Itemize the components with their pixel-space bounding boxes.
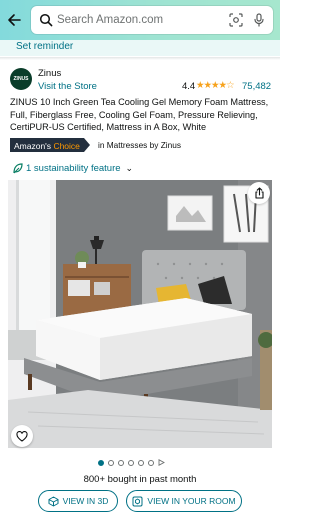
heart-icon xyxy=(16,430,28,442)
view-in-3d-label: VIEW IN 3D xyxy=(62,496,109,506)
search-input[interactable]: Search Amazon.com xyxy=(31,6,273,34)
visit-store-link[interactable]: Visit the Store xyxy=(38,81,97,92)
product-image[interactable] xyxy=(8,180,272,448)
brand-name: Zinus xyxy=(38,68,62,79)
product-title: ZINUS 10 Inch Green Tea Cooling Gel Memo… xyxy=(10,97,269,133)
amazons-choice-badge: Amazon's Choice xyxy=(10,138,90,152)
view-in-your-room-button[interactable]: VIEW IN YOUR ROOM xyxy=(126,490,242,512)
camera-scan-icon[interactable] xyxy=(229,13,243,27)
video-play-icon[interactable] xyxy=(158,459,165,466)
carousel-dot[interactable] xyxy=(148,459,154,466)
carousel-dot[interactable] xyxy=(108,459,114,466)
search-header: Search Amazon.com xyxy=(0,0,280,40)
badge-prefix: Amazon's xyxy=(14,140,52,151)
star-rating[interactable]: ★★★★☆ xyxy=(196,80,235,91)
view-in-3d-button[interactable]: VIEW IN 3D xyxy=(38,490,118,512)
carousel-dot[interactable] xyxy=(98,459,104,466)
bedroom-scene-image xyxy=(8,180,272,448)
arrow-left-icon xyxy=(8,14,21,26)
carousel-dot[interactable] xyxy=(118,459,124,466)
rating-count-link[interactable]: 75,482 xyxy=(242,81,271,92)
sustainability-link[interactable]: 1 sustainability feature ⌄ xyxy=(13,163,133,174)
microphone-icon[interactable] xyxy=(253,13,265,27)
add-to-list-button[interactable] xyxy=(11,425,33,447)
search-icon xyxy=(39,13,53,27)
share-button[interactable] xyxy=(248,182,270,204)
carousel-dot[interactable] xyxy=(138,459,144,466)
leaf-icon xyxy=(13,163,23,174)
rating-value: 4.4 xyxy=(182,81,196,92)
chevron-down-icon: ⌄ xyxy=(125,163,134,173)
image-carousel-dots[interactable] xyxy=(98,459,165,466)
badge-accent: Choice xyxy=(53,140,80,151)
bought-past-month: 800+ bought in past month xyxy=(83,474,197,485)
room-view-icon xyxy=(132,496,143,506)
carousel-dot[interactable] xyxy=(128,459,134,466)
brand-logo-text: ZINUS xyxy=(13,76,29,82)
badge-context: in Mattresses by Zinus xyxy=(98,140,181,150)
brand-logo[interactable]: ZINUS xyxy=(10,68,32,90)
search-placeholder: Search Amazon.com xyxy=(57,14,164,26)
share-icon xyxy=(254,187,264,199)
back-button[interactable] xyxy=(0,0,28,40)
sustainability-label: 1 sustainability feature xyxy=(26,163,121,174)
set-reminder-link[interactable]: Set reminder xyxy=(16,41,73,52)
header-divider xyxy=(0,57,280,60)
view-in-your-room-label: VIEW IN YOUR ROOM xyxy=(147,496,236,506)
cube-3d-icon xyxy=(48,496,59,506)
